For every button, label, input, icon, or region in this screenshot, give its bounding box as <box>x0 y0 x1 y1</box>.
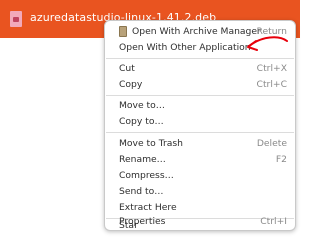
menu-item-label: Send to… <box>119 186 164 197</box>
menu-item-compress[interactable]: Compress… <box>105 168 295 184</box>
menu-item-open-with-other-application[interactable]: Open With Other Application <box>105 40 295 56</box>
menu-item-shortcut: F2 <box>275 154 287 165</box>
file-manager-view: azuredatastudio-linux-1.41.2.deb Open Wi… <box>0 0 300 233</box>
menu-item-move-to-trash[interactable]: Move to Trash Delete <box>105 136 295 152</box>
menu-item-label: Open With Other Application <box>119 42 251 53</box>
menu-item-label: Open With Archive Manager <box>132 26 261 37</box>
menu-separator <box>106 58 294 59</box>
menu-item-shortcut: Return <box>256 26 288 37</box>
menu-item-move-to[interactable]: Move to… <box>105 98 295 114</box>
archive-manager-icon <box>119 26 127 37</box>
menu-item-shortcut: Delete <box>256 138 287 149</box>
menu-item-label: Compress… <box>119 170 174 181</box>
menu-item-shortcut: Ctrl+X <box>256 63 287 74</box>
package-file-icon <box>10 11 22 27</box>
menu-item-rename[interactable]: Rename… F2 <box>105 152 295 168</box>
menu-item-copy[interactable]: Copy Ctrl+C <box>105 77 295 93</box>
menu-item-send-to[interactable]: Send to… <box>105 184 295 200</box>
menu-item-shortcut: Ctrl+C <box>256 79 287 90</box>
menu-separator <box>106 95 294 96</box>
menu-item-label: Cut <box>119 63 135 74</box>
menu-item-label: Move to Trash <box>119 138 183 149</box>
menu-item-label: Move to… <box>119 100 165 111</box>
menu-item-label: Copy <box>119 79 143 90</box>
menu-item-label: Rename… <box>119 154 166 165</box>
menu-item-properties[interactable]: Properties Ctrl+I <box>105 214 295 230</box>
menu-item-shortcut: Ctrl+I <box>260 216 287 227</box>
menu-item-label: Copy to… <box>119 116 164 127</box>
context-menu: Open With Archive Manager Return Open Wi… <box>104 20 296 231</box>
menu-item-open-with-archive-manager[interactable]: Open With Archive Manager Return <box>105 24 295 40</box>
menu-separator <box>106 132 294 133</box>
menu-item-copy-to[interactable]: Copy to… <box>105 114 295 130</box>
menu-item-cut[interactable]: Cut Ctrl+X <box>105 61 295 77</box>
menu-item-label: Properties <box>119 216 166 227</box>
